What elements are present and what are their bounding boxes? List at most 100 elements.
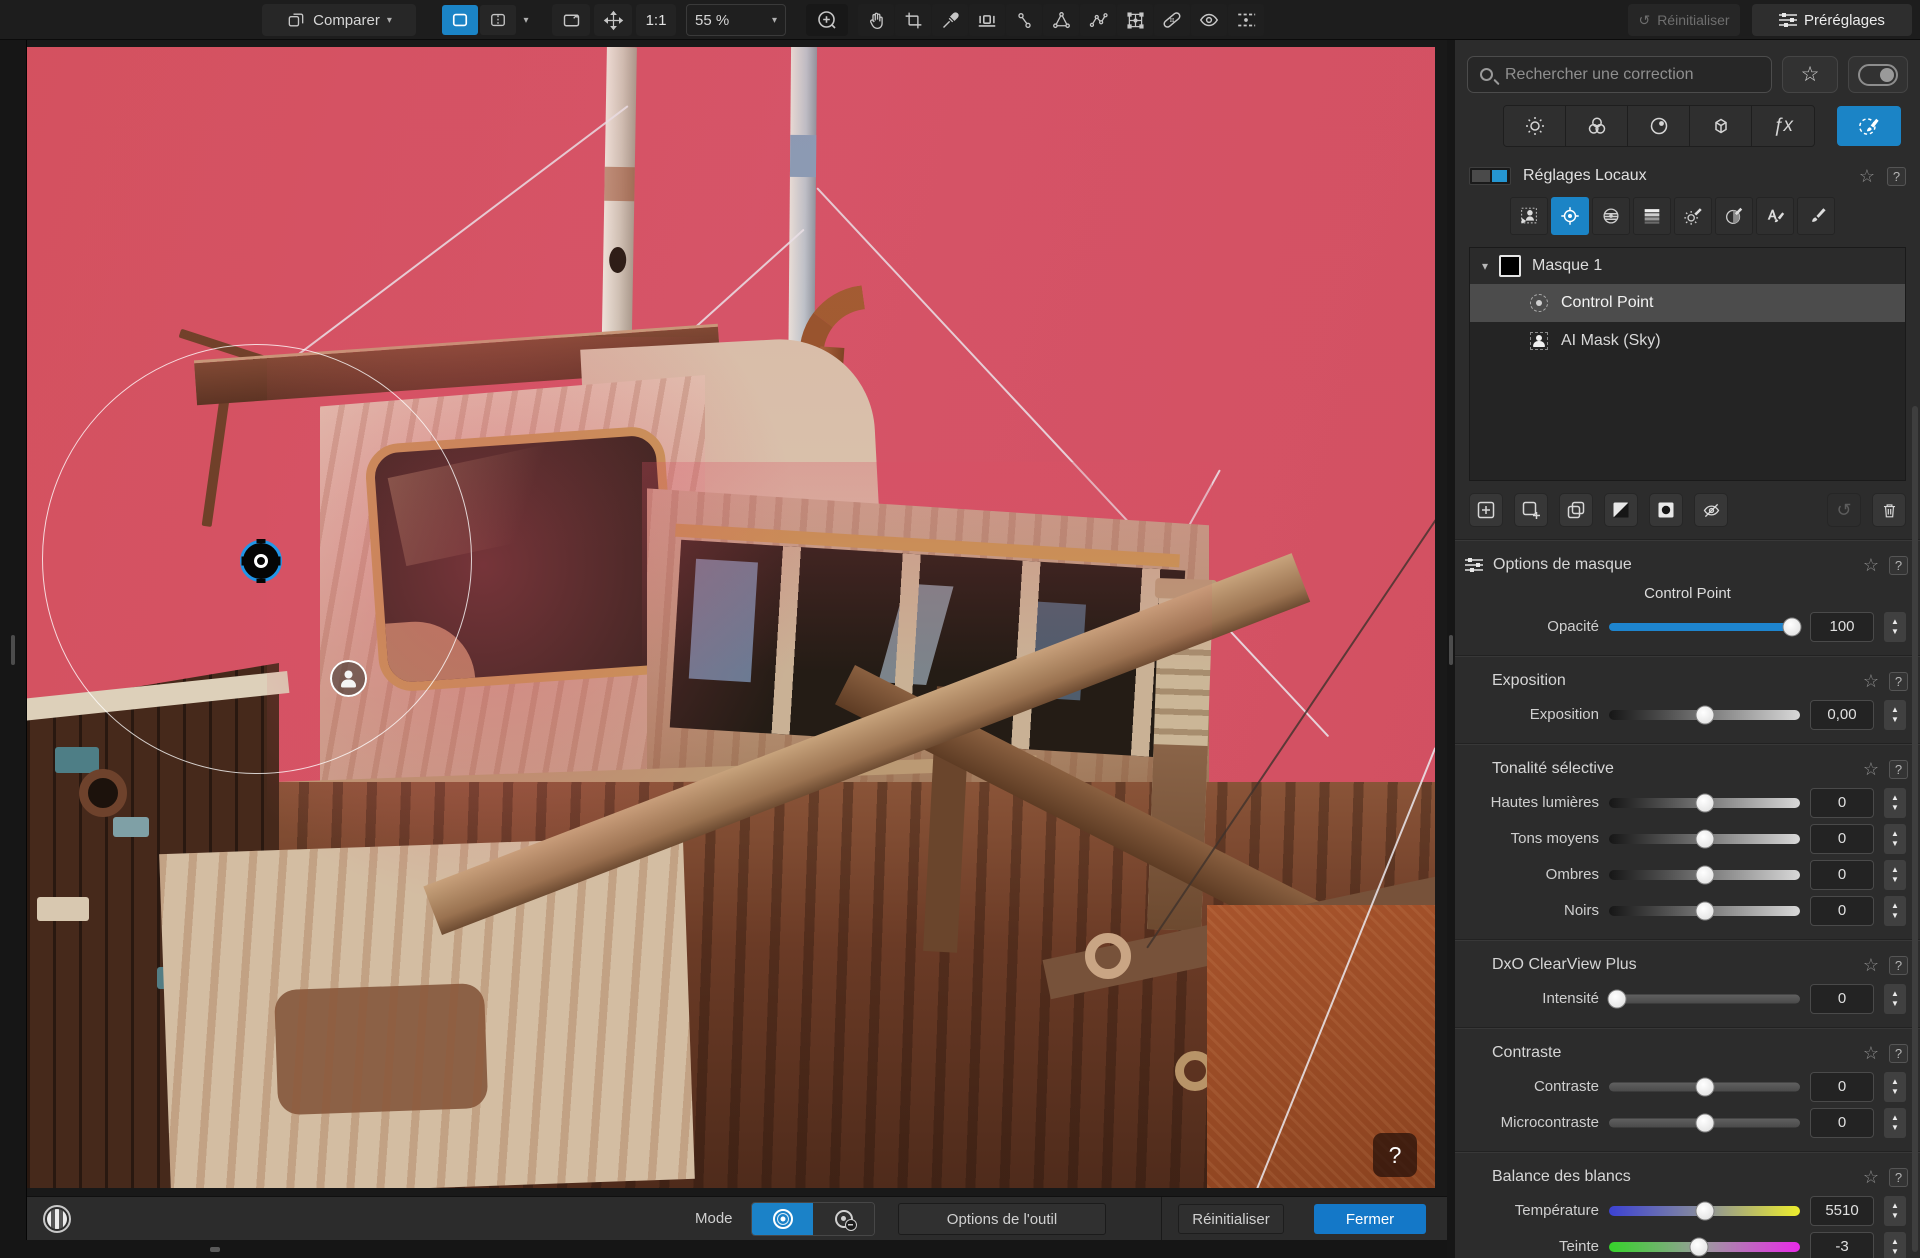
auto-brush-tool-button[interactable]	[1756, 197, 1794, 235]
stepper-up-icon[interactable]: ▲	[1891, 618, 1899, 626]
stepper-down-icon[interactable]: ▼	[1891, 804, 1899, 812]
slider-value[interactable]: 0	[1810, 860, 1874, 890]
stepper-up-icon[interactable]: ▲	[1891, 990, 1899, 998]
slider-value[interactable]: 0	[1810, 1072, 1874, 1102]
stepper-down-icon[interactable]: ▼	[1891, 1000, 1899, 1008]
zoom-in-button[interactable]	[806, 4, 848, 36]
chevron-expand-icon[interactable]: ▾	[1482, 259, 1488, 273]
compare-button[interactable]: Comparer ▾	[262, 4, 416, 36]
slider-thumb[interactable]	[1695, 705, 1714, 724]
hide-mask-button[interactable]	[1694, 493, 1728, 527]
invert-mask-button[interactable]	[1604, 493, 1638, 527]
slider-thumb[interactable]	[1695, 901, 1714, 920]
section-title[interactable]: Balance des blancs	[1492, 1168, 1853, 1186]
scroll-dot[interactable]	[210, 1247, 220, 1252]
tab-color[interactable]	[1566, 106, 1628, 146]
stepper-down-icon[interactable]: ▼	[1891, 716, 1899, 724]
slider[interactable]	[1609, 1113, 1800, 1133]
mask-list-item[interactable]: Control Point	[1470, 284, 1905, 322]
control-point-tool-button[interactable]	[1006, 4, 1042, 36]
panel-scrollbar[interactable]	[1912, 406, 1918, 1252]
help-icon[interactable]: ?	[1887, 167, 1906, 186]
slider-value[interactable]: 0	[1810, 824, 1874, 854]
slider[interactable]	[1609, 865, 1800, 885]
close-button[interactable]: Fermer	[1314, 1204, 1426, 1234]
zoom-100-button[interactable]: 1:1	[636, 4, 676, 36]
favorite-star-icon[interactable]: ☆	[1863, 1168, 1879, 1186]
slider-thumb[interactable]	[1695, 793, 1714, 812]
left-panel-collapsed-strip[interactable]	[0, 40, 27, 1258]
slider[interactable]	[1609, 1237, 1800, 1257]
chroma-mask-tool-button[interactable]	[1715, 197, 1753, 235]
canvas-help-button[interactable]: ?	[1373, 1133, 1417, 1177]
view-dropdown-chevron-icon[interactable]: ▾	[518, 15, 534, 26]
slider-thumb[interactable]	[1695, 1113, 1714, 1132]
slider-thumb[interactable]	[1689, 1237, 1708, 1256]
stepper-up-icon[interactable]: ▲	[1891, 1078, 1899, 1086]
tab-detail[interactable]	[1628, 106, 1690, 146]
favorite-star-icon[interactable]: ☆	[1863, 956, 1879, 974]
value-stepper[interactable]: ▲ ▼	[1884, 700, 1906, 730]
value-stepper[interactable]: ▲ ▼	[1884, 984, 1906, 1014]
slider-value[interactable]: -3	[1810, 1232, 1874, 1258]
slider-thumb[interactable]	[1783, 617, 1802, 636]
stepper-down-icon[interactable]: ▼	[1891, 876, 1899, 884]
slider[interactable]	[1609, 617, 1800, 637]
stepper-down-icon[interactable]: ▼	[1891, 840, 1899, 848]
slider-thumb[interactable]	[1695, 865, 1714, 884]
slider-thumb[interactable]	[1695, 1077, 1714, 1096]
slider-value[interactable]: 0,00	[1810, 700, 1874, 730]
slider-value[interactable]: 0	[1810, 984, 1874, 1014]
value-stepper[interactable]: ▲ ▼	[1884, 860, 1906, 890]
pan-button[interactable]	[594, 4, 632, 36]
slider[interactable]	[1609, 829, 1800, 849]
help-icon[interactable]: ?	[1889, 1044, 1908, 1063]
control-point-tool-button-local[interactable]	[1551, 197, 1589, 235]
control-point-display-button[interactable]	[1228, 4, 1264, 36]
tab-effects[interactable]: ƒx	[1752, 106, 1814, 146]
duplicate-mask-button[interactable]	[1559, 493, 1593, 527]
value-stepper[interactable]: ▲ ▼	[1884, 1108, 1906, 1138]
slider[interactable]	[1609, 901, 1800, 921]
add-mask-button[interactable]	[1514, 493, 1548, 527]
new-mask-button[interactable]	[1469, 493, 1503, 527]
tab-geometry[interactable]	[1690, 106, 1752, 146]
control-line-tool-button-local[interactable]	[1592, 197, 1630, 235]
value-stepper[interactable]: ▲ ▼	[1884, 824, 1906, 854]
value-stepper[interactable]: ▲ ▼	[1884, 788, 1906, 818]
ai-mask-sky-marker[interactable]	[330, 660, 367, 697]
panel-divider-handle[interactable]	[1449, 635, 1453, 665]
search-input[interactable]	[1503, 65, 1759, 85]
active-corrections-toggle[interactable]	[1848, 56, 1908, 93]
stepper-down-icon[interactable]: ▼	[1891, 1124, 1899, 1132]
mode-add-control-point-button[interactable]	[752, 1203, 813, 1235]
slider-value[interactable]: 5510	[1810, 1196, 1874, 1226]
slider-thumb[interactable]	[1695, 1201, 1714, 1220]
repair-tool-button[interactable]	[1154, 4, 1190, 36]
stepper-up-icon[interactable]: ▲	[1891, 1202, 1899, 1210]
show-mask-button[interactable]	[1191, 4, 1227, 36]
slider-value[interactable]: 100	[1810, 612, 1874, 642]
value-stepper[interactable]: ▲ ▼	[1884, 612, 1906, 642]
luminosity-mask-tool-button[interactable]	[1674, 197, 1712, 235]
undo-mask-button[interactable]: ↺	[1827, 493, 1861, 527]
control-line-tool-button[interactable]	[1080, 4, 1116, 36]
help-icon[interactable]: ?	[1889, 956, 1908, 975]
help-icon[interactable]: ?	[1889, 1168, 1908, 1187]
help-icon[interactable]: ?	[1889, 556, 1908, 575]
stepper-down-icon[interactable]: ▼	[1891, 628, 1899, 636]
section-title[interactable]: DxO ClearView Plus	[1492, 956, 1853, 974]
favorite-star-icon[interactable]: ☆	[1863, 760, 1879, 778]
delete-mask-button[interactable]	[1872, 493, 1906, 527]
zoom-level-select[interactable]: 55 % ▾	[686, 4, 786, 36]
value-stepper[interactable]: ▲ ▼	[1884, 1072, 1906, 1102]
control-point-marker[interactable]	[240, 540, 282, 582]
bottom-reset-button[interactable]: Réinitialiser	[1178, 1204, 1284, 1234]
fit-to-screen-button[interactable]	[552, 4, 590, 36]
help-icon[interactable]: ?	[1889, 760, 1908, 779]
stepper-up-icon[interactable]: ▲	[1891, 902, 1899, 910]
toolbar-reset-button[interactable]: ↺ Réinitialiser	[1628, 4, 1740, 36]
mask-list-item[interactable]: AI Mask (Sky)	[1470, 322, 1905, 360]
control-polygon-tool-button[interactable]	[1043, 4, 1079, 36]
presets-button[interactable]: Préréglages	[1752, 4, 1912, 36]
